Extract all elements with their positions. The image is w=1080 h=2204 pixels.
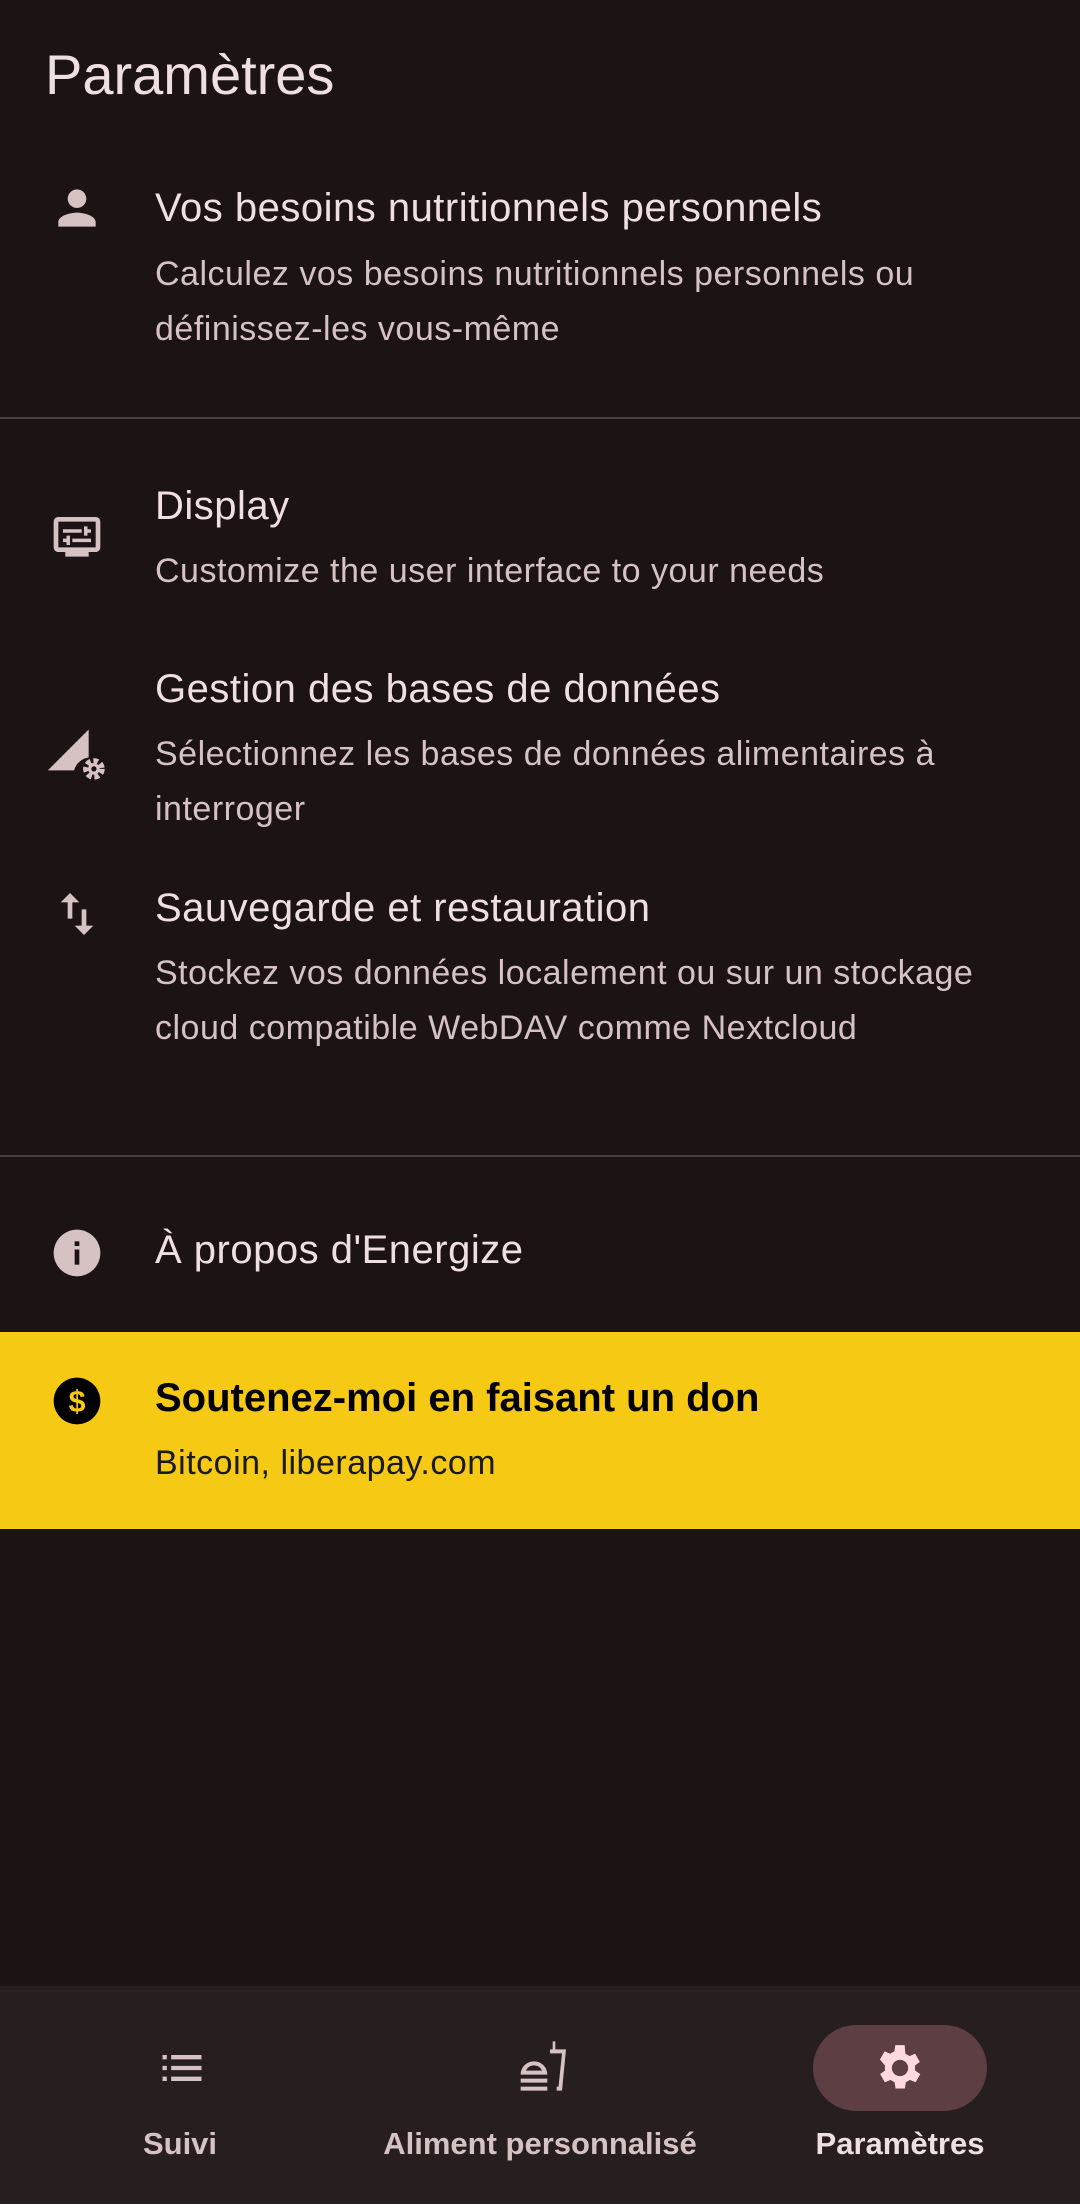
- divider: [0, 417, 1080, 419]
- display-settings-icon: [53, 517, 101, 557]
- food-icon: [520, 2041, 566, 2091]
- divider: [0, 1155, 1080, 1157]
- nav-item-aliment[interactable]: Aliment personnalisé: [340, 1986, 740, 2204]
- database-settings-icon: [47, 729, 105, 780]
- item-title: Vos besoins nutritionnels personnels: [155, 186, 823, 230]
- item-title: Display: [155, 484, 290, 528]
- nav-item-suivi[interactable]: Suivi: [60, 1986, 300, 2204]
- donate-title: Soutenez-moi en faisant un don: [155, 1376, 760, 1420]
- item-title: Sauvegarde et restauration: [155, 886, 651, 930]
- nav-label: Aliment personnalisé: [383, 2126, 697, 2161]
- page-title: Paramètres: [45, 43, 335, 106]
- nav-item-parametres[interactable]: Paramètres: [780, 1986, 1020, 2204]
- item-subtitle: Sélectionnez les bases de données alimen…: [155, 735, 936, 828]
- item-title: Gestion des bases de données: [155, 667, 721, 711]
- item-subtitle: Calculez vos besoins nutritionnels perso…: [155, 255, 915, 348]
- donate-banner[interactable]: $ Soutenez-moi en faisant un don Bitcoin…: [0, 1332, 1080, 1529]
- info-icon: [53, 1229, 101, 1277]
- dollar-icon: $: [53, 1377, 101, 1425]
- donate-subtitle: Bitcoin, liberapay.com: [155, 1444, 497, 1482]
- list-icon: [162, 2055, 202, 2081]
- item-subtitle: Stockez vos données localement ou sur un…: [155, 954, 974, 1047]
- item-title: À propos d'Energize: [155, 1228, 524, 1272]
- bottom-navigation: Suivi Aliment personnalisé Paramètres: [0, 1986, 1080, 2204]
- nav-label: Suivi: [142, 2126, 218, 2161]
- item-subtitle: Customize the user interface to your nee…: [155, 552, 825, 590]
- import-export-icon: [60, 893, 94, 935]
- gear-icon: [879, 2045, 921, 2089]
- person-icon: [58, 189, 96, 227]
- svg-text:$: $: [69, 1386, 86, 1419]
- nav-label: Paramètres: [815, 2126, 985, 2161]
